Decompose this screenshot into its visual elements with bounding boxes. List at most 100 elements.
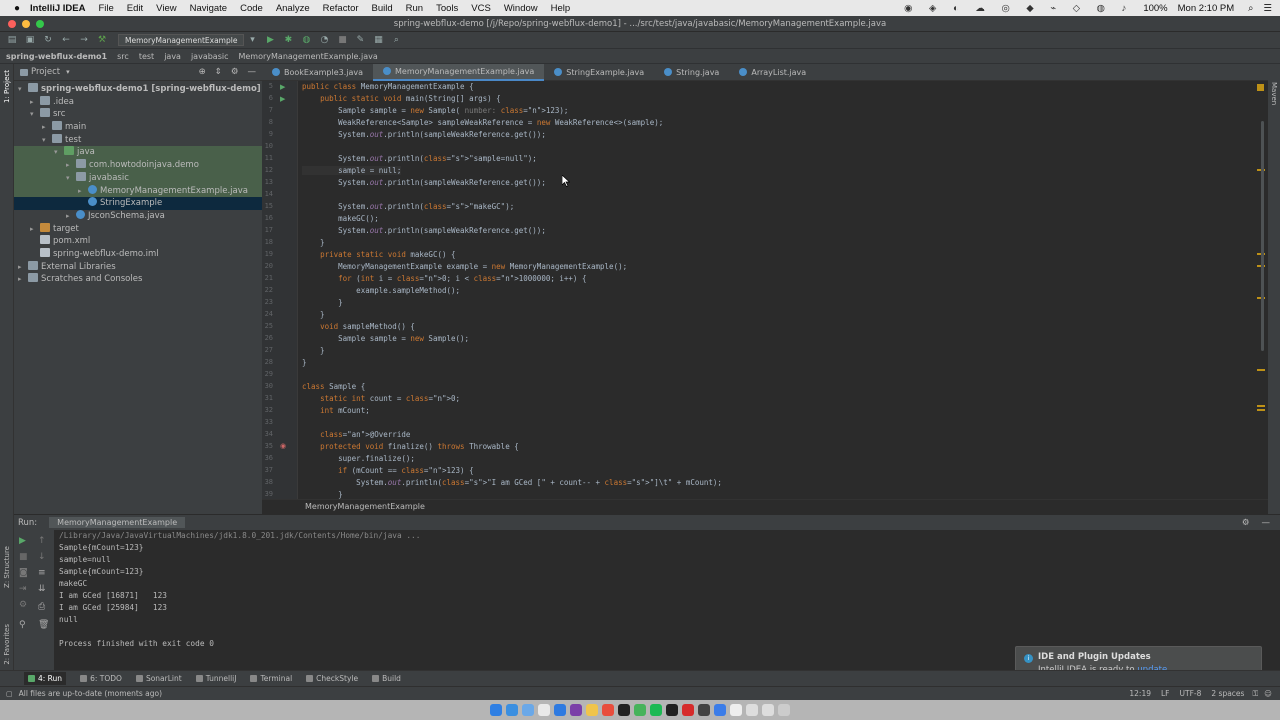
chevron-down-icon[interactable]: ▾: [54, 146, 64, 159]
sync-icon[interactable]: ↻: [42, 34, 54, 46]
stop-icon[interactable]: ■: [19, 552, 28, 562]
editor-tab[interactable]: MemoryManagementExample.java: [373, 63, 545, 81]
stop-icon[interactable]: ■: [336, 34, 348, 46]
camera-icon[interactable]: ◙: [19, 568, 28, 578]
tree-item[interactable]: ▸ External Libraries: [14, 260, 262, 274]
chevron-right-icon[interactable]: ▸: [30, 96, 40, 109]
indent-setting[interactable]: 2 spaces: [1211, 689, 1244, 698]
locate-icon[interactable]: ⊕: [199, 67, 206, 77]
minimize-window-button[interactable]: [22, 20, 30, 28]
tree-item[interactable]: ▸ MemoryManagementExample.java: [14, 184, 262, 198]
tree-item[interactable]: ▾ test: [14, 133, 262, 147]
breadcrumb-item[interactable]: spring-webflux-demo1: [6, 52, 107, 61]
lock-icon[interactable]: ⚿: [1252, 689, 1258, 699]
breadcrumb-item[interactable]: test: [139, 52, 154, 61]
chevron-right-icon[interactable]: ▸: [42, 121, 52, 134]
build-hammer-icon[interactable]: ⚒: [96, 34, 108, 46]
breadcrumb-item[interactable]: javabasic: [191, 52, 229, 61]
inspector-icon[interactable]: ☺: [1264, 689, 1272, 698]
appstore-icon[interactable]: [554, 704, 566, 716]
tree-item[interactable]: spring-webflux-demo.iml: [14, 247, 262, 261]
chevron-right-icon[interactable]: ▸: [18, 273, 28, 286]
document-icon[interactable]: [746, 704, 758, 716]
menu-item[interactable]: Refactor: [323, 3, 359, 14]
menu-item[interactable]: Tools: [436, 3, 458, 14]
forward-arrow-icon[interactable]: →: [78, 34, 90, 46]
menu-item[interactable]: VCS: [471, 3, 491, 14]
save-all-icon[interactable]: ▣: [24, 34, 36, 46]
tree-item[interactable]: ▾ src: [14, 108, 262, 121]
scroll-end-icon[interactable]: ⇊: [38, 584, 46, 594]
settings-wrench-icon[interactable]: ✎: [354, 34, 366, 46]
favorites-tool-tab[interactable]: 2: Favorites: [3, 624, 11, 665]
chevron-right-icon[interactable]: ▸: [18, 261, 28, 274]
apple-icon[interactable]: ●: [14, 3, 20, 14]
caret-position[interactable]: 12:19: [1129, 689, 1151, 698]
search-icon[interactable]: ⌕: [1248, 3, 1253, 14]
tree-item[interactable]: pom.xml: [14, 235, 262, 248]
menu-item[interactable]: Analyze: [276, 3, 310, 14]
menu-item[interactable]: Navigate: [190, 3, 228, 14]
editor-tab[interactable]: BookExample3.java: [262, 64, 373, 81]
profile-icon[interactable]: ◔: [318, 34, 330, 46]
hide-panel-icon[interactable]: —: [248, 67, 257, 77]
error-stripe[interactable]: [1255, 81, 1267, 499]
tree-item[interactable]: ▸ .idea: [14, 95, 262, 109]
gear-icon[interactable]: ⚙: [231, 67, 239, 77]
up-arrow-icon[interactable]: ↑: [38, 536, 46, 546]
gear-icon[interactable]: ⚙: [1242, 518, 1250, 528]
chevron-down-icon[interactable]: ▾: [66, 172, 76, 185]
tree-item[interactable]: ▸ Scratches and Consoles: [14, 273, 262, 286]
rerun-icon[interactable]: ▶: [19, 536, 26, 546]
inspection-ok-icon[interactable]: [1257, 84, 1264, 91]
status-toggle-icon[interactable]: ▢: [6, 690, 13, 698]
exit-icon[interactable]: ⇥: [19, 584, 27, 594]
back-arrow-icon[interactable]: ←: [60, 34, 72, 46]
tree-item[interactable]: ▾ javabasic: [14, 171, 262, 185]
coverage-icon[interactable]: ◍: [300, 34, 312, 46]
menu-item[interactable]: Window: [504, 3, 538, 14]
menu-item[interactable]: Code: [240, 3, 263, 14]
maximize-window-button[interactable]: [36, 20, 44, 28]
finder-icon[interactable]: [490, 704, 502, 716]
breadcrumb-item[interactable]: java: [164, 52, 181, 61]
document-icon[interactable]: [762, 704, 774, 716]
chevron-down-icon[interactable]: ▾: [18, 83, 28, 96]
document-icon[interactable]: [730, 704, 742, 716]
evernote-icon[interactable]: [634, 704, 646, 716]
project-structure-icon[interactable]: ▦: [372, 34, 384, 46]
structure-tool-tab[interactable]: Z: Structure: [3, 546, 11, 588]
hide-panel-icon[interactable]: —: [1262, 518, 1271, 528]
breadcrumb-item[interactable]: MemoryManagementExample.java: [238, 52, 377, 61]
stripe-marker[interactable]: [1257, 405, 1265, 407]
bottom-tool-tab[interactable]: 4: Run: [24, 672, 67, 685]
intellij-icon[interactable]: [666, 704, 678, 716]
project-tool-tab[interactable]: 1: Project: [3, 70, 11, 103]
photos-icon[interactable]: [586, 704, 598, 716]
chevron-right-icon[interactable]: ▸: [66, 159, 76, 172]
run-config-tab[interactable]: MemoryManagementExample: [49, 517, 186, 528]
breadcrumb-item[interactable]: src: [117, 52, 129, 61]
menu-item[interactable]: Run: [406, 3, 423, 14]
chevron-down-icon[interactable]: ▾: [66, 68, 70, 76]
editor-breadcrumb[interactable]: MemoryManagementExample: [262, 499, 1268, 514]
soft-wrap-icon[interactable]: ≡: [38, 568, 46, 578]
app-icon[interactable]: [698, 704, 710, 716]
down-arrow-icon[interactable]: ↓: [38, 552, 46, 562]
project-view-select[interactable]: Project: [31, 67, 60, 77]
settings-icon[interactable]: ⚙: [19, 600, 27, 610]
override-gutter-icon[interactable]: ◉: [280, 442, 286, 450]
code-editor[interactable]: 5 6 7 8 9 10 11 12 13 14 15 16 17 18 19 20 21 22 23 24 25 26 2…: [262, 81, 1268, 499]
chevron-down-icon[interactable]: ▾: [42, 134, 52, 147]
trash-icon[interactable]: 🗑: [38, 620, 49, 630]
tree-item[interactable]: ▸ main: [14, 121, 262, 134]
editor-tab[interactable]: ArrayList.java: [729, 64, 816, 81]
bottom-tool-tab[interactable]: CheckStyle: [306, 674, 358, 683]
bottom-tool-tab[interactable]: TunnelliJ: [195, 674, 236, 683]
safari-icon[interactable]: [506, 704, 518, 716]
debug-icon[interactable]: ✱: [282, 34, 294, 46]
stripe-marker[interactable]: [1257, 369, 1265, 371]
tree-item[interactable]: StringExample: [14, 197, 262, 210]
bottom-tool-tab[interactable]: Build: [372, 674, 401, 683]
run-configuration-select[interactable]: MemoryManagementExample: [118, 34, 245, 46]
